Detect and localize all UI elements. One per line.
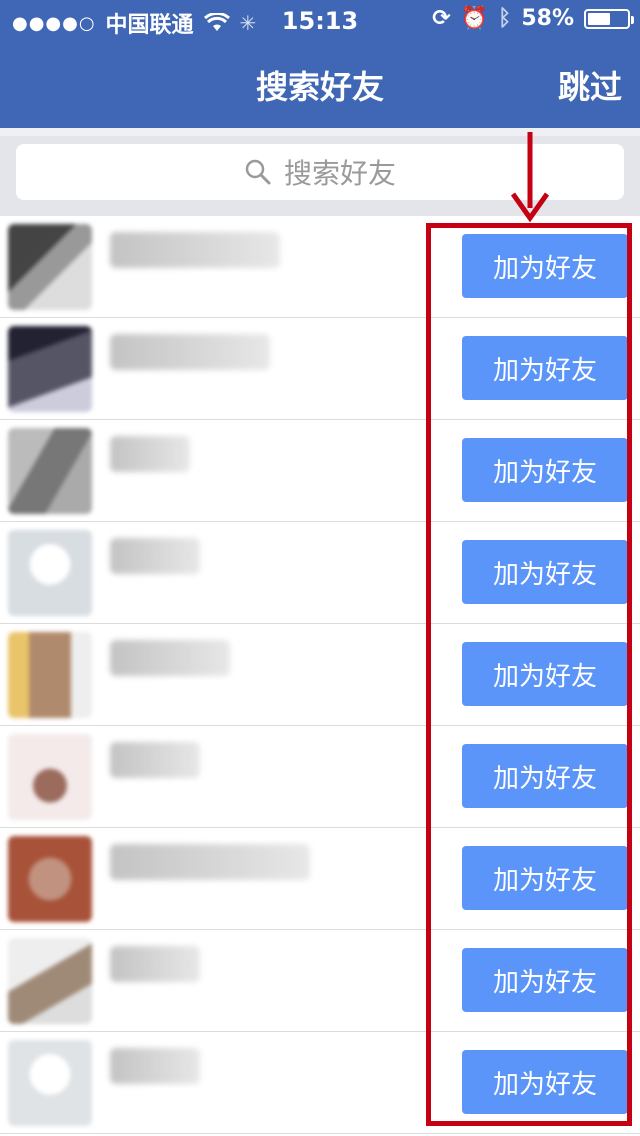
avatar: [8, 632, 92, 718]
add-friend-button[interactable]: 加为好友: [462, 642, 628, 706]
contact-row: 加为好友: [0, 216, 640, 318]
add-friend-button[interactable]: 加为好友: [462, 1050, 628, 1114]
bluetooth-icon: ᛒ: [498, 6, 512, 31]
battery-percent: 58%: [521, 6, 574, 31]
avatar: [8, 530, 92, 616]
contact-name: [110, 436, 190, 472]
contact-row: 加为好友: [0, 828, 640, 930]
alarm-icon: ⏰: [460, 6, 489, 31]
contact-name: [110, 742, 200, 778]
contact-row: 加为好友: [0, 930, 640, 1032]
contact-name: [110, 844, 310, 880]
avatar: [8, 734, 92, 820]
add-friend-button[interactable]: 加为好友: [462, 540, 628, 604]
add-friend-button[interactable]: 加为好友: [462, 336, 628, 400]
contact-row: 加为好友: [0, 318, 640, 420]
contact-row: 加为好友: [0, 1032, 640, 1134]
add-friend-button[interactable]: 加为好友: [462, 948, 628, 1012]
add-friend-button[interactable]: 加为好友: [462, 744, 628, 808]
top-bar: ●●●●○ 中国联通 ✳ 15:13 ⟳ ⏰ ᛒ 58% 搜索好友 跳过: [0, 0, 640, 128]
battery-fill: [588, 12, 610, 25]
contact-row: 加为好友: [0, 420, 640, 522]
avatar: [8, 836, 92, 922]
page-title: 搜索好友: [255, 68, 384, 106]
avatar: [8, 224, 92, 310]
contact-name: [110, 334, 270, 370]
search-area: 搜索好友: [0, 128, 640, 216]
add-friend-button[interactable]: 加为好友: [462, 438, 628, 502]
status-bar: ●●●●○ 中国联通 ✳ 15:13 ⟳ ⏰ ᛒ 58%: [0, 0, 640, 40]
contact-row: 加为好友: [0, 522, 640, 624]
contact-list: 加为好友 加为好友 加为好友 加为好友 加为好友 加为好友 加为好友 加为好友 加为好友: [0, 216, 640, 1134]
avatar: [8, 938, 92, 1024]
status-right: ⟳ ⏰ ᛒ 58%: [432, 6, 634, 31]
battery-icon: [584, 8, 634, 29]
add-friend-button[interactable]: 加为好友: [462, 234, 628, 298]
contact-name: [110, 946, 200, 982]
add-friend-button[interactable]: 加为好友: [462, 846, 628, 910]
navigation-bar: 搜索好友 跳过: [0, 40, 640, 128]
contact-row: 加为好友: [0, 726, 640, 828]
contact-name: [110, 232, 280, 268]
search-placeholder: 搜索好友: [283, 157, 396, 190]
contact-name: [110, 1048, 200, 1084]
search-input[interactable]: 搜索好友: [16, 144, 624, 200]
avatar: [8, 428, 92, 514]
search-icon: [245, 159, 271, 185]
skip-button[interactable]: 跳过: [558, 62, 622, 108]
contact-name: [110, 640, 230, 676]
avatar: [8, 1040, 92, 1126]
contact-name: [110, 538, 200, 574]
rotation-lock-icon: ⟳: [432, 6, 451, 31]
contact-row: 加为好友: [0, 624, 640, 726]
avatar: [8, 326, 92, 412]
